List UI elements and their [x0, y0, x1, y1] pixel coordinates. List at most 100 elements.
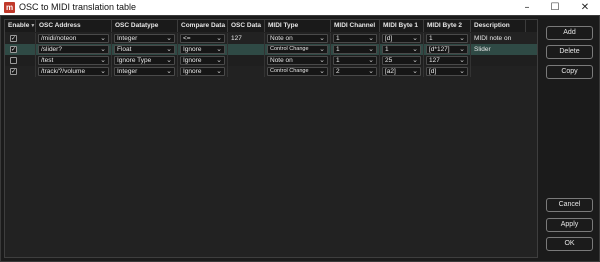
midi-channel-value: 1	[336, 57, 340, 64]
chevron-down-icon: ⌄	[368, 34, 374, 42]
chevron-down-icon: ⌄	[216, 45, 222, 53]
description-cell	[471, 55, 526, 66]
midi-channel-select[interactable]: 1 ⌄	[333, 56, 377, 65]
column-header-midi-channel[interactable]: MIDI Channel	[331, 20, 380, 32]
column-header-description[interactable]: Description	[471, 20, 526, 32]
column-header-midi-type[interactable]: MIDI Type	[265, 20, 331, 32]
chevron-down-icon: ⌄	[459, 56, 465, 64]
midi-byte1-select[interactable]: 25 ⌄	[382, 56, 421, 65]
ok-button[interactable]: OK	[546, 237, 593, 251]
midi-byte2-select[interactable]: [d*127] ⌄	[426, 45, 468, 54]
table-row-selected[interactable]: ✓ /slider? ⌄ Float ⌄ Ignore ⌄ Control Chang…	[5, 44, 537, 55]
midi-byte1-select[interactable]: 1 ⌄	[382, 45, 421, 54]
midi-channel-cell: 1 ⌄	[331, 44, 380, 55]
column-header-osc-address[interactable]: OSC Address	[36, 20, 112, 32]
midi-type-value: Control Change	[270, 68, 309, 74]
description-value[interactable]: MIDI note on	[474, 34, 511, 43]
osc-datatype-select[interactable]: Ignore Type ⌄	[114, 56, 175, 65]
compare-cell: Ignore ⌄	[178, 55, 228, 66]
osc-datatype-value: Ignore Type	[117, 57, 152, 64]
chevron-down-icon: ⌄	[412, 34, 418, 42]
midi-type-select[interactable]: Note on ⌄	[267, 34, 328, 43]
midi-type-select[interactable]: Control Change ⌄	[267, 45, 328, 54]
chevron-down-icon: ⌄	[166, 45, 172, 53]
osc-address-select[interactable]: /test ⌄	[38, 56, 109, 65]
cancel-button[interactable]: Cancel	[546, 198, 593, 212]
midi-type-select[interactable]: Control Change ⌄	[267, 67, 328, 76]
osc-data-cell: 127	[228, 33, 265, 44]
copy-button[interactable]: Copy	[546, 65, 593, 79]
column-header-midi-byte1[interactable]: MIDI Byte 1	[380, 20, 424, 32]
description-value[interactable]: Slider	[474, 45, 491, 54]
midi-byte2-select[interactable]: 1 ⌄	[426, 34, 468, 43]
osc-datatype-cell: Integer ⌄	[112, 33, 178, 44]
midi-byte2-value: 1	[429, 35, 433, 42]
midi-byte1-value: 25	[385, 57, 393, 64]
maximize-icon[interactable]: ☐	[540, 0, 570, 15]
osc-address-cell: /test ⌄	[36, 55, 112, 66]
enable-cell	[5, 55, 36, 66]
midi-byte2-select[interactable]: [d] ⌄	[426, 67, 468, 76]
column-header-enable[interactable]: Enable▼	[5, 20, 36, 32]
chevron-down-icon: ⌄	[216, 56, 222, 64]
osc-datatype-select[interactable]: Integer ⌄	[114, 34, 175, 43]
midi-byte2-value: [d]	[429, 68, 437, 75]
midi-type-value: Note on	[270, 57, 293, 64]
chevron-down-icon: ⌄	[100, 34, 106, 42]
column-header-midi-byte2[interactable]: MIDI Byte 2	[424, 20, 471, 32]
compare-select[interactable]: Ignore ⌄	[180, 67, 225, 76]
osc-datatype-select[interactable]: Integer ⌄	[114, 67, 175, 76]
enable-cell: ✓	[5, 33, 36, 44]
osc-address-value: /track/?/volume	[41, 68, 86, 75]
osc-address-select[interactable]: /track/?/volume ⌄	[38, 67, 109, 76]
midi-type-select[interactable]: Note on ⌄	[267, 56, 328, 65]
osc-data-cell	[228, 44, 265, 55]
enable-checkbox[interactable]: ✓	[10, 68, 17, 75]
apply-button[interactable]: Apply	[546, 218, 593, 232]
compare-cell: Ignore ⌄	[178, 66, 228, 77]
chevron-down-icon: ⌄	[459, 45, 465, 53]
midi-channel-select[interactable]: 2 ⌄	[333, 67, 377, 76]
midi-channel-select[interactable]: 1 ⌄	[333, 45, 377, 54]
compare-select[interactable]: <= ⌄	[180, 34, 225, 43]
osc-address-select[interactable]: /midi/noteon ⌄	[38, 34, 109, 43]
compare-select[interactable]: Ignore ⌄	[180, 56, 225, 65]
midi-channel-cell: 1 ⌄	[331, 55, 380, 66]
delete-button[interactable]: Delete	[546, 45, 593, 59]
chevron-down-icon: ⌄	[368, 67, 374, 75]
osc-data-cell	[228, 66, 265, 77]
chevron-down-icon: ⌄	[412, 45, 418, 53]
enable-checkbox[interactable]: ✓	[10, 35, 17, 42]
midi-channel-select[interactable]: 1 ⌄	[333, 34, 377, 43]
osc-datatype-cell: Ignore Type ⌄	[112, 55, 178, 66]
midi-byte1-select[interactable]: [d] ⌄	[382, 34, 421, 43]
add-button[interactable]: Add	[546, 26, 593, 40]
midi-type-cell: Note on ⌄	[265, 33, 331, 44]
close-icon[interactable]: ✕	[570, 0, 600, 15]
enable-checkbox[interactable]	[10, 57, 17, 64]
osc-datatype-select[interactable]: Float ⌄	[114, 45, 175, 54]
chevron-down-icon: ⌄	[319, 67, 325, 75]
column-header-osc-datatype[interactable]: OSC Datatype	[112, 20, 178, 32]
column-header-compare-data[interactable]: Compare Data	[178, 20, 228, 32]
sort-arrow-icon: ▼	[30, 23, 36, 29]
enable-checkbox[interactable]: ✓	[10, 46, 17, 53]
midi-app-icon: m	[4, 2, 15, 13]
minimize-icon[interactable]: –	[512, 0, 542, 15]
table-row[interactable]: ✓ /midi/noteon ⌄ Integer ⌄ <= ⌄ 127 Note on…	[5, 33, 537, 44]
midi-byte2-cell: 1 ⌄	[424, 33, 471, 44]
osc-address-cell: /midi/noteon ⌄	[36, 33, 112, 44]
column-header-osc-data[interactable]: OSC Data	[228, 20, 265, 32]
osc-data-value[interactable]: 127	[231, 34, 242, 43]
table-row[interactable]: ✓ /track/?/volume ⌄ Integer ⌄ Ignore ⌄ Cont…	[5, 66, 537, 77]
chevron-down-icon: ⌄	[100, 45, 106, 53]
midi-type-cell: Control Change ⌄	[265, 66, 331, 77]
compare-select[interactable]: Ignore ⌄	[180, 45, 225, 54]
compare-value: Ignore	[183, 68, 202, 75]
midi-byte2-select[interactable]: 127 ⌄	[426, 56, 468, 65]
midi-byte1-cell: [d] ⌄	[380, 33, 424, 44]
midi-byte1-select[interactable]: [a2] ⌄	[382, 67, 421, 76]
osc-address-select[interactable]: /slider? ⌄	[38, 45, 109, 54]
table-row[interactable]: /test ⌄ Ignore Type ⌄ Ignore ⌄ Note on ⌄ 1 ⌄ …	[5, 55, 537, 66]
osc-datatype-cell: Integer ⌄	[112, 66, 178, 77]
